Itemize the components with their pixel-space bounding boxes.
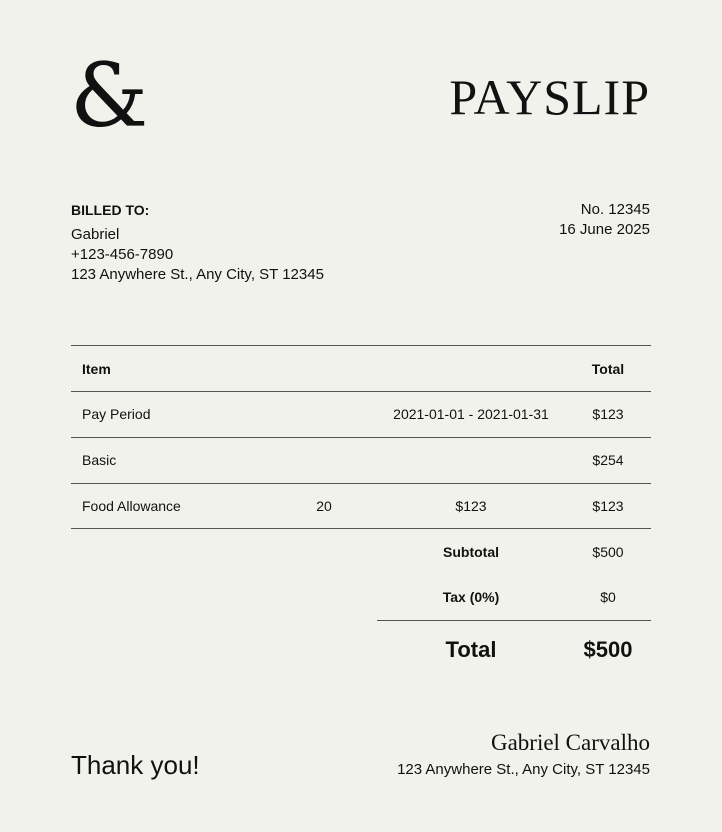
grand-total-label: Total bbox=[445, 637, 497, 662]
table-bottom-rule bbox=[71, 528, 651, 529]
summary-rule bbox=[377, 620, 651, 621]
signature-name: Gabriel Carvalho bbox=[490, 730, 650, 755]
row-total: $254 bbox=[592, 452, 624, 468]
header-item: Item bbox=[82, 361, 111, 377]
grand-total-value: $500 bbox=[583, 637, 633, 662]
table-top-rule bbox=[71, 345, 651, 346]
row-divider bbox=[71, 437, 651, 438]
signature-address: 123 Anywhere St., Any City, ST 12345 bbox=[397, 761, 650, 778]
row-price: 2021-01-01 - 2021-01-31 bbox=[393, 406, 549, 422]
invoice-date: 16 June 2025 bbox=[559, 221, 650, 238]
billed-to-address: 123 Anywhere St., Any City, ST 12345 bbox=[71, 266, 324, 283]
thank-you-note: Thank you! bbox=[71, 750, 200, 780]
header-total: Total bbox=[591, 361, 625, 377]
row-item: Basic bbox=[82, 452, 117, 468]
tax-value: $0 bbox=[600, 589, 616, 605]
subtotal-value: $500 bbox=[592, 544, 624, 560]
invoice-number: No. 12345 bbox=[580, 201, 650, 218]
billed-to-label: BILLED TO: bbox=[71, 202, 150, 218]
billed-to-name: Gabriel bbox=[71, 226, 120, 243]
row-item: Pay Period bbox=[82, 406, 151, 422]
row-total: $123 bbox=[592, 406, 624, 422]
row-divider bbox=[71, 483, 651, 484]
row-item: Food Allowance bbox=[82, 498, 181, 514]
table-header-rule bbox=[71, 391, 651, 392]
subtotal-label: Subtotal bbox=[443, 544, 499, 560]
row-total: $123 bbox=[592, 498, 624, 514]
tax-label: Tax (0%) bbox=[442, 589, 500, 605]
row-qty: 20 bbox=[316, 498, 332, 514]
document-title: PAYSLIP bbox=[449, 69, 650, 125]
billed-to-phone: +123-456-7890 bbox=[71, 246, 174, 263]
ampersand-logo: & bbox=[70, 44, 149, 147]
row-price: $123 bbox=[455, 498, 487, 514]
